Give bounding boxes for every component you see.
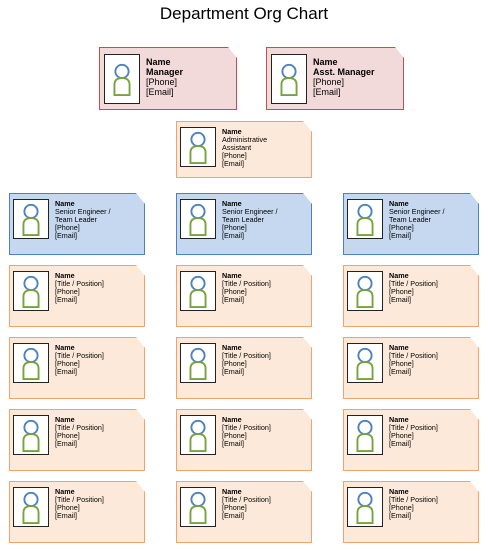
member-email: [Email] bbox=[55, 367, 77, 377]
photo-placeholder bbox=[347, 271, 383, 311]
admin-assistant-email: [Email] bbox=[222, 159, 244, 169]
person-placeholder-icon bbox=[272, 55, 306, 103]
person-placeholder-icon bbox=[181, 416, 215, 454]
photo-placeholder bbox=[13, 487, 49, 527]
photo-placeholder bbox=[13, 199, 49, 239]
manager-phone: [Phone] bbox=[146, 77, 178, 88]
asst-manager-card[interactable]: Name Asst. Manager [Phone] [Email] bbox=[266, 47, 404, 110]
lead-email: [Email] bbox=[222, 231, 244, 241]
photo-placeholder bbox=[13, 343, 49, 383]
person-placeholder-icon bbox=[14, 344, 48, 382]
member-email: [Email] bbox=[222, 511, 244, 521]
chart-title: Department Org Chart bbox=[159, 4, 329, 23]
asst-manager-phone: [Phone] bbox=[313, 77, 345, 88]
person-placeholder-icon bbox=[181, 128, 215, 166]
team-member-card[interactable]: Name [Title / Position] [Phone] [Email] bbox=[343, 337, 479, 399]
asst-manager-role: Asst. Manager bbox=[313, 67, 375, 78]
member-email: [Email] bbox=[222, 295, 244, 305]
person-placeholder-icon bbox=[348, 416, 382, 454]
person-placeholder-icon bbox=[14, 416, 48, 454]
manager-name: Name bbox=[146, 57, 171, 67]
member-email: [Email] bbox=[389, 439, 411, 449]
person-placeholder-icon bbox=[105, 55, 139, 103]
person-placeholder-icon bbox=[14, 272, 48, 310]
photo-placeholder bbox=[180, 415, 216, 455]
photo-placeholder bbox=[347, 199, 383, 239]
team-member-card[interactable]: Name [Title / Position] [Phone] [Email] bbox=[9, 337, 145, 399]
person-placeholder-icon bbox=[348, 200, 382, 238]
photo-placeholder bbox=[347, 415, 383, 455]
photo-placeholder bbox=[13, 271, 49, 311]
lead-email: [Email] bbox=[55, 231, 77, 241]
manager-card[interactable]: Name Manager [Phone] [Email] bbox=[99, 47, 237, 110]
member-email: [Email] bbox=[222, 367, 244, 377]
member-email: [Email] bbox=[222, 439, 244, 449]
member-email: [Email] bbox=[55, 439, 77, 449]
photo-placeholder bbox=[180, 487, 216, 527]
asst-manager-email: [Email] bbox=[313, 87, 341, 98]
member-email: [Email] bbox=[389, 295, 411, 305]
team-member-card[interactable]: Name [Title / Position] [Phone] [Email] bbox=[9, 265, 145, 327]
team-member-card[interactable]: Name [Title / Position] [Phone] [Email] bbox=[343, 481, 479, 543]
team-lead-card[interactable]: Name Senior Engineer / Team Leader [Phon… bbox=[176, 193, 312, 255]
photo-placeholder bbox=[180, 127, 216, 167]
person-placeholder-icon bbox=[348, 272, 382, 310]
photo-placeholder bbox=[347, 343, 383, 383]
person-placeholder-icon bbox=[181, 272, 215, 310]
photo-placeholder bbox=[180, 343, 216, 383]
admin-assistant-card[interactable]: Name Administrative Assistant [Phone] [E… bbox=[176, 121, 312, 178]
person-placeholder-icon bbox=[181, 344, 215, 382]
team-lead-card[interactable]: Name Senior Engineer / Team Leader [Phon… bbox=[343, 193, 479, 255]
person-placeholder-icon bbox=[14, 200, 48, 238]
team-member-card[interactable]: Name [Title / Position] [Phone] [Email] bbox=[176, 337, 312, 399]
team-member-card[interactable]: Name [Title / Position] [Phone] [Email] bbox=[343, 409, 479, 471]
member-email: [Email] bbox=[55, 511, 77, 521]
photo-placeholder bbox=[180, 271, 216, 311]
member-email: [Email] bbox=[389, 367, 411, 377]
team-member-card[interactable]: Name [Title / Position] [Phone] [Email] bbox=[176, 481, 312, 543]
photo-placeholder bbox=[271, 54, 307, 104]
person-placeholder-icon bbox=[348, 488, 382, 526]
person-placeholder-icon bbox=[181, 488, 215, 526]
lead-email: [Email] bbox=[389, 231, 411, 241]
manager-role: Manager bbox=[146, 67, 184, 78]
photo-placeholder bbox=[104, 54, 140, 104]
photo-placeholder bbox=[180, 199, 216, 239]
team-member-card[interactable]: Name [Title / Position] [Phone] [Email] bbox=[9, 409, 145, 471]
team-member-card[interactable]: Name [Title / Position] [Phone] [Email] bbox=[176, 409, 312, 471]
person-placeholder-icon bbox=[14, 488, 48, 526]
manager-email: [Email] bbox=[146, 87, 174, 98]
person-placeholder-icon bbox=[181, 200, 215, 238]
member-email: [Email] bbox=[55, 295, 77, 305]
photo-placeholder bbox=[13, 415, 49, 455]
member-email: [Email] bbox=[389, 511, 411, 521]
team-member-card[interactable]: Name [Title / Position] [Phone] [Email] bbox=[176, 265, 312, 327]
team-lead-card[interactable]: Name Senior Engineer / Team Leader [Phon… bbox=[9, 193, 145, 255]
photo-placeholder bbox=[347, 487, 383, 527]
person-placeholder-icon bbox=[348, 344, 382, 382]
team-member-card[interactable]: Name [Title / Position] [Phone] [Email] bbox=[9, 481, 145, 543]
team-member-card[interactable]: Name [Title / Position] [Phone] [Email] bbox=[343, 265, 479, 327]
asst-manager-name: Name bbox=[313, 57, 338, 67]
